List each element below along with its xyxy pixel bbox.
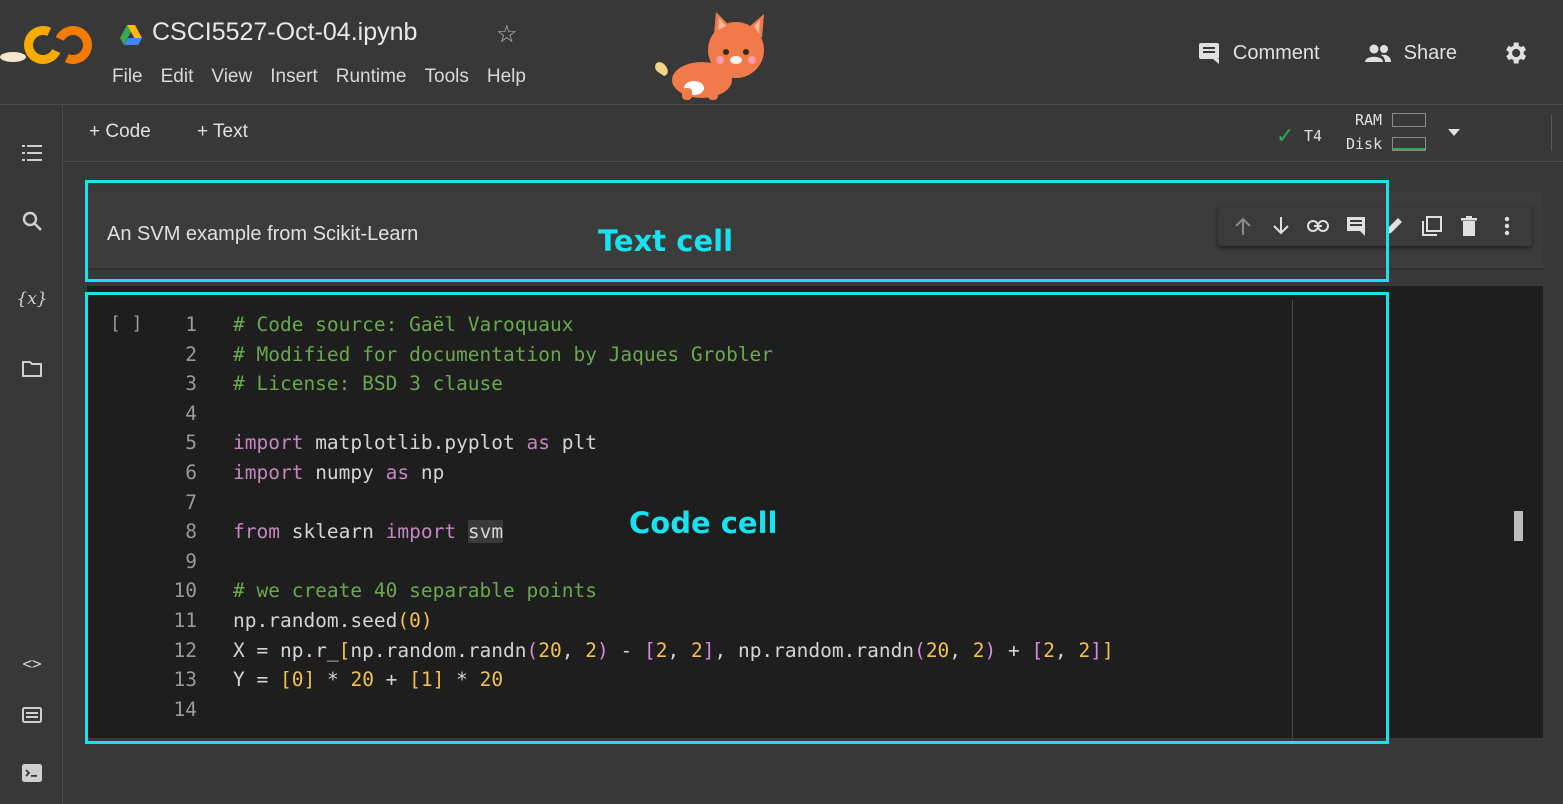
check-icon: ✓ <box>1276 123 1295 148</box>
mirror-cell-icon[interactable] <box>1421 215 1443 237</box>
menu-view[interactable]: View <box>211 66 252 88</box>
toolbar-divider <box>1551 115 1552 151</box>
command-palette-icon[interactable] <box>20 703 44 727</box>
header-actions: Comment Share <box>1197 30 1563 76</box>
ram-meter <box>1392 113 1426 127</box>
disk-meter <box>1392 137 1426 151</box>
comment-button[interactable]: Comment <box>1197 41 1320 65</box>
menu-help[interactable]: Help <box>487 66 526 88</box>
toc-icon[interactable] <box>20 141 44 165</box>
terminal-icon[interactable] <box>20 761 44 785</box>
ram-label: RAM <box>1355 111 1383 129</box>
add-text-button[interactable]: + Text <box>197 121 248 143</box>
menu-tools[interactable]: Tools <box>425 66 469 88</box>
comment-label: Comment <box>1232 41 1320 64</box>
drive-icon[interactable] <box>120 25 142 45</box>
add-code-button[interactable]: + Code <box>89 121 151 143</box>
menu-bar: File Edit View Insert Runtime Tools Help <box>112 66 526 88</box>
notebook-title[interactable]: CSCI5527-Oct-04.ipynb <box>152 18 417 47</box>
menu-file[interactable]: File <box>112 66 143 88</box>
caret-down-icon[interactable] <box>1448 129 1460 136</box>
menu-edit[interactable]: Edit <box>161 66 194 88</box>
runtime-status[interactable]: ✓ T4 RAM Disk <box>1276 111 1496 155</box>
folder-icon[interactable] <box>20 357 44 381</box>
delete-icon[interactable] <box>1458 215 1480 237</box>
more-vert-icon[interactable] <box>1496 215 1518 237</box>
notebook-toolbar: + Code + Text ✓ T4 RAM Disk <box>63 105 1563 162</box>
share-button[interactable]: Share <box>1364 42 1457 65</box>
menu-insert[interactable]: Insert <box>270 66 318 88</box>
share-label: Share <box>1403 41 1457 64</box>
search-icon[interactable] <box>20 209 44 233</box>
editor-scrollbar[interactable] <box>1514 511 1523 541</box>
code-cell-annotation-label: Code cell <box>629 506 778 540</box>
star-icon[interactable]: ☆ <box>496 20 518 49</box>
gear-icon[interactable] <box>1501 39 1529 67</box>
disk-label: Disk <box>1346 135 1383 153</box>
code-snippets-icon[interactable]: <> <box>20 651 44 675</box>
menu-runtime[interactable]: Runtime <box>336 66 407 88</box>
text-cell-annotation-label: Text cell <box>598 224 734 258</box>
colab-logo-icon[interactable] <box>0 20 98 70</box>
comment-icon <box>1198 43 1219 64</box>
variables-icon[interactable]: {x} <box>16 287 47 311</box>
app-header: CSCI5527-Oct-04.ipynb ☆ File Edit View I… <box>0 0 1563 105</box>
text-cell-annotation-box <box>85 180 1389 282</box>
mascot-cat-icon <box>655 12 764 100</box>
share-people-icon <box>1364 44 1391 62</box>
left-rail: {x} <> <box>0 105 63 804</box>
runtime-type: T4 <box>1304 127 1323 145</box>
